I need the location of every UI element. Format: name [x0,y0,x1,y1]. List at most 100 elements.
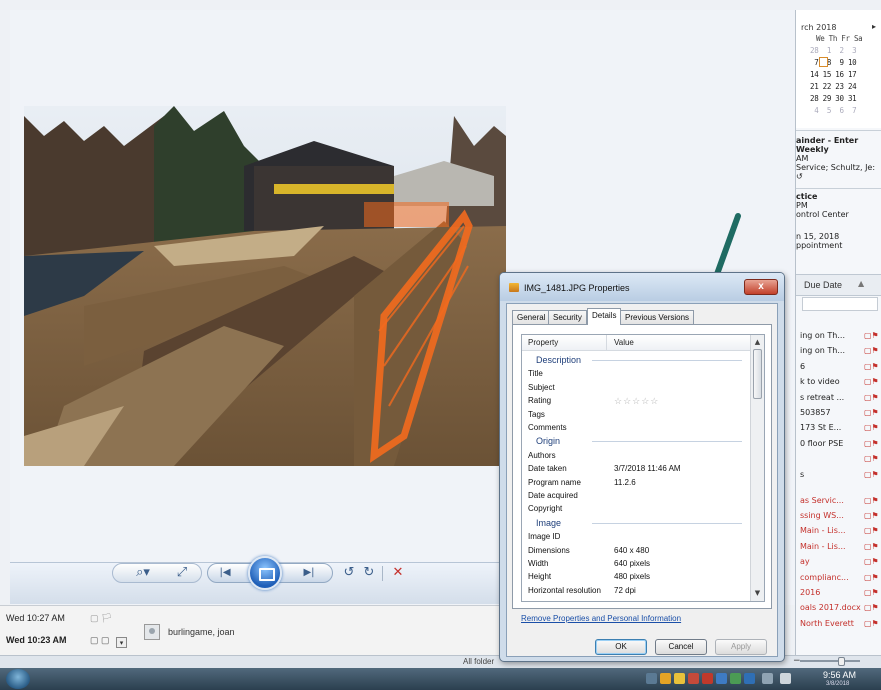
flag-icon[interactable]: ▢⚑ [864,585,879,600]
clock-time[interactable]: 9:56 AM [823,670,856,680]
chevron-down-icon[interactable]: ▾ [116,637,127,648]
next-icon[interactable]: ▶| [297,563,321,583]
task-item[interactable]: ▢⚑ [796,451,881,466]
task-item[interactable]: complianc... ▢⚑ [796,570,881,585]
appointment-item[interactable]: ctice PM ontrol Center [796,192,881,219]
property-row[interactable]: Copyright [522,502,750,516]
property-row[interactable]: Rating ☆☆☆☆☆ [522,394,750,408]
flag-icon[interactable]: ▢⚑ [864,616,879,631]
section-header-description[interactable]: Description [522,353,750,367]
calendar-week[interactable]: 4 5 6 7 [810,106,856,115]
property-row[interactable]: Date acquired [522,489,750,503]
flag-icon[interactable]: ▢⚑ [864,374,879,389]
todo-column-header[interactable]: Due Date ▲ [796,274,881,296]
previous-icon[interactable]: |◀ [213,563,237,583]
task-item[interactable]: s retreat ... ▢⚑ [796,390,881,405]
property-row[interactable]: Title [522,367,750,381]
volume-icon[interactable] [780,673,791,684]
task-item[interactable]: ay ▢⚑ [796,554,881,569]
property-value[interactable]: 480 pixels [614,570,650,584]
flag-icon[interactable]: ▢⚑ [864,420,879,435]
tray-app-icon[interactable] [688,673,699,684]
folder-icon[interactable] [660,673,671,684]
remove-properties-link[interactable]: Remove Properties and Personal Informati… [521,614,681,623]
message-row[interactable]: Wed 10:27 AM ▢ 🏳 [0,610,140,626]
scroll-down-icon[interactable]: ▼ [752,588,763,599]
column-divider[interactable] [606,335,607,351]
property-row[interactable]: Image ID [522,530,750,544]
zoom-icon[interactable]: ⌕▾ [128,563,158,583]
rating-stars[interactable]: ☆☆☆☆☆ [614,394,659,408]
calendar-week[interactable]: 28 1 2 3 [810,46,857,55]
task-item[interactable]: Main - Lis... ▢⚑ [796,523,881,538]
tray-app-icon[interactable] [674,673,685,684]
property-row[interactable]: Authors [522,449,750,463]
tray-app-icon[interactable] [646,673,657,684]
calendar-week[interactable]: 14 15 16 17 [810,70,857,79]
flag-icon[interactable]: ▢⚑ [864,570,879,585]
flag-icon[interactable]: ▢⚑ [864,467,879,482]
calendar-week[interactable]: 21 22 23 24 [810,82,857,91]
task-item[interactable]: ing on Th... ▢⚑ [796,343,881,358]
delete-icon[interactable]: ✕ [389,563,407,583]
tray-app-icon[interactable] [744,673,755,684]
tray-app-icon[interactable] [716,673,727,684]
property-row[interactable]: Program name 11.2.6 [522,476,750,490]
property-value[interactable]: 640 pixels [614,557,650,571]
flag-icon[interactable]: ▢⚑ [864,493,879,508]
scroll-up-icon[interactable]: ▲ [752,337,763,348]
task-item[interactable]: as Servic... ▢⚑ [796,493,881,508]
flag-icon[interactable]: ▢⚑ [864,523,879,538]
flag-icon[interactable]: ▢⚑ [864,436,879,451]
message-flags[interactable]: ▢ 🏳 [90,610,112,626]
clock-date[interactable]: 3/8/2018 [826,681,849,687]
zoom-slider-thumb[interactable] [838,657,845,666]
property-value[interactable]: 72 dpi [614,584,636,598]
actual-size-icon[interactable]: ⤢ [170,563,194,583]
scrollbar-thumb[interactable] [753,349,762,399]
property-value[interactable]: 640 x 480 [614,544,649,558]
cancel-button[interactable]: Cancel [655,639,707,655]
task-item[interactable]: 2016 ▢⚑ [796,585,881,600]
calendar-week[interactable]: 7 8 9 10 [810,58,856,67]
tray-app-icon[interactable] [730,673,741,684]
task-item[interactable]: 0 floor PSE ▢⚑ [796,436,881,451]
task-item[interactable]: oals 2017.docx ▢⚑ [796,600,881,615]
property-value[interactable]: 11.2.6 [614,476,636,490]
appointment-item[interactable]: n 15, 2018 ppointment [796,232,881,250]
rotate-counterclockwise-icon[interactable]: ↺ [340,563,358,583]
close-button[interactable]: x [744,279,778,295]
property-row[interactable]: Horizontal resolution 72 dpi [522,584,750,598]
new-task-input[interactable] [802,297,878,311]
section-header-image[interactable]: Image [522,516,750,530]
tab-security[interactable]: Security [548,310,587,324]
vertical-scrollbar[interactable]: ▲ ▼ [750,335,764,601]
value-column-header[interactable]: Value [614,338,634,347]
property-row[interactable]: Tags [522,408,750,422]
flag-icon[interactable]: ▢⚑ [864,405,879,420]
flag-icon[interactable]: ▢⚑ [864,390,879,405]
property-value[interactable]: 3/7/2018 11:46 AM [614,462,681,476]
tab-general[interactable]: General [512,310,551,324]
calendar-week[interactable]: 28 29 30 31 [810,94,857,103]
flag-icon[interactable]: ▢⚑ [864,539,879,554]
task-item[interactable]: k to video ▢⚑ [796,374,881,389]
task-item[interactable]: 6 ▢⚑ [796,359,881,374]
task-item[interactable]: ssing WS... ▢⚑ [796,508,881,523]
dialog-titlebar[interactable]: IMG_1481.JPG Properties x [500,273,784,301]
sender-name[interactable]: burlingame, joan [168,627,235,637]
apply-button[interactable]: Apply [715,639,767,655]
section-header-origin[interactable]: Origin [522,434,750,448]
rotate-clockwise-icon[interactable]: ↻ [360,563,378,583]
appointment-item[interactable]: ainder - Enter Weekly AM Service; Schult… [796,136,881,181]
flag-icon[interactable]: ▢⚑ [864,359,879,374]
task-item[interactable]: North Everett ▢⚑ [796,616,881,631]
property-row[interactable]: Subject [522,381,750,395]
tray-app-icon[interactable] [702,673,713,684]
property-column-header[interactable]: Property [528,338,558,347]
property-row[interactable]: Width 640 pixels [522,557,750,571]
flag-icon[interactable]: ▢⚑ [864,508,879,523]
zoom-slider[interactable] [800,660,860,662]
message-flags[interactable]: ▢ ▢ [90,632,110,648]
tab-details[interactable]: Details [587,308,622,325]
